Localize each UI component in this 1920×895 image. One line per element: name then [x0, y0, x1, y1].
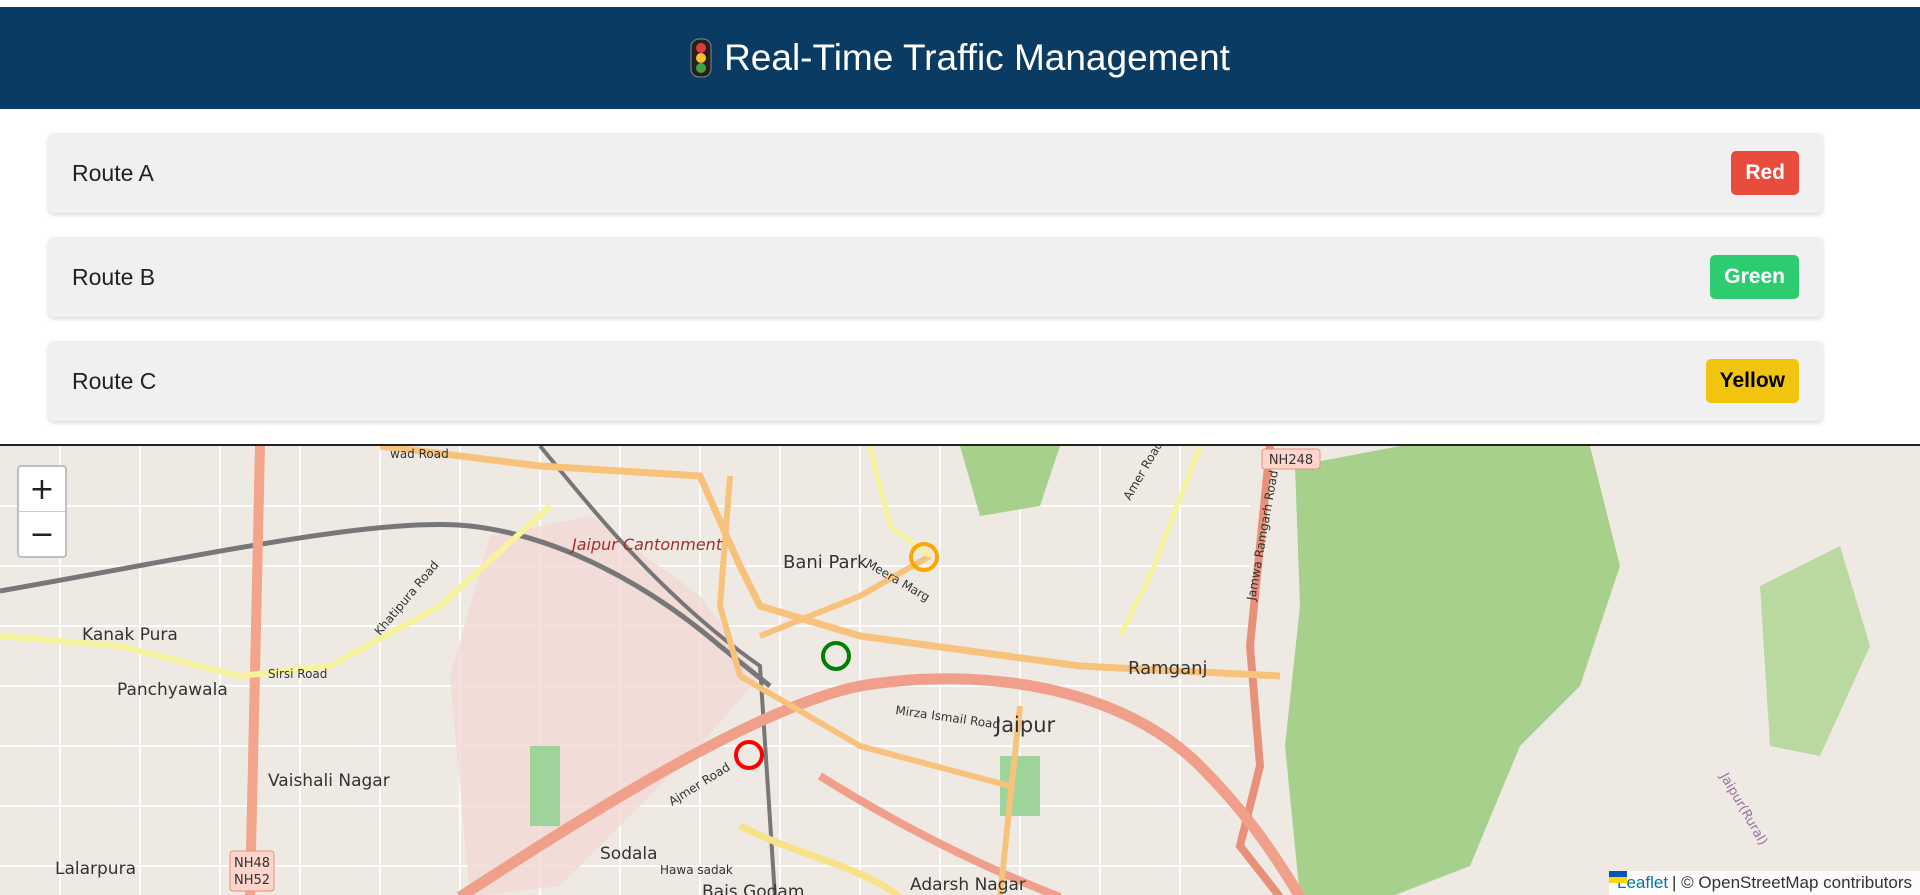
status-badge: Green	[1710, 255, 1799, 299]
map-label: Adarsh Nagar	[910, 875, 1026, 895]
map-label: Sirsi Road	[268, 667, 327, 681]
zoom-out-button[interactable]: −	[19, 512, 65, 556]
ukraine-flag-icon	[1609, 871, 1627, 883]
map-label: Hawa sadak	[660, 863, 733, 877]
map-label: Lalarpura	[55, 859, 136, 879]
map-label: NH248	[1269, 453, 1313, 468]
map-label: Vaishali Nagar	[268, 771, 390, 791]
map-attribution: Leaflet | © OpenStreetMap contributors	[1609, 871, 1920, 895]
map-label: Jaipur Cantonment	[569, 535, 723, 554]
app-header: Real-Time Traffic Management	[0, 7, 1920, 109]
route-name: Route A	[72, 159, 154, 186]
traffic-map[interactable]: NH248 NH48 NH52 wad Road Bani Park Jaipu…	[0, 444, 1920, 895]
route-name: Route C	[72, 367, 157, 394]
page-title: Real-Time Traffic Management	[724, 37, 1230, 78]
route-card-b[interactable]: Route B Green	[48, 237, 1823, 317]
zoom-in-button[interactable]: +	[19, 467, 65, 512]
map-label: wad Road	[390, 447, 449, 461]
route-card-c[interactable]: Route C Yellow	[48, 341, 1823, 421]
map-label: Ramganj	[1128, 658, 1208, 679]
map-label: Bais Godam	[702, 882, 804, 895]
map-label: Kanak Pura	[82, 625, 178, 645]
traffic-light-icon	[690, 38, 712, 78]
map-label: Sodala	[600, 844, 658, 864]
route-name: Route B	[72, 263, 156, 290]
route-card-a[interactable]: Route A Red	[48, 133, 1823, 213]
map-label: Bani Park	[783, 552, 868, 573]
map-label: NH48	[234, 856, 270, 871]
zoom-control: + −	[17, 465, 67, 558]
status-badge: Red	[1731, 151, 1799, 195]
map-label: Jaipur	[993, 713, 1056, 737]
route-list: Route A Red Route B Green Route C Yellow	[48, 133, 1823, 445]
status-badge: Yellow	[1705, 359, 1799, 403]
map-label: NH52	[234, 873, 270, 888]
map-label: Panchyawala	[117, 680, 228, 700]
attribution-text: | © OpenStreetMap contributors	[1672, 873, 1912, 892]
map-tiles: NH248 NH48 NH52 wad Road Bani Park Jaipu…	[0, 446, 1920, 895]
